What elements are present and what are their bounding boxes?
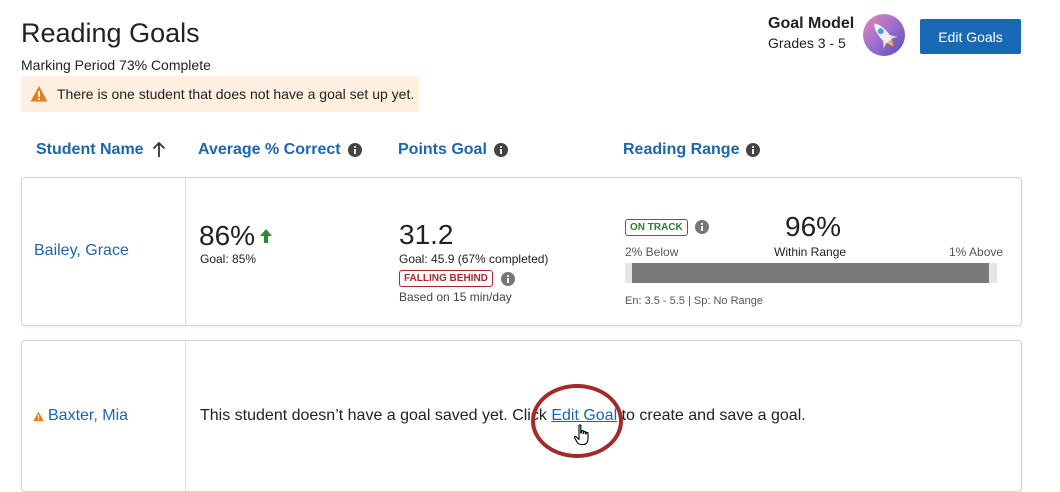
below-range-label: 2% Below (625, 245, 679, 259)
card-divider (185, 341, 186, 491)
column-header-points-goal[interactable]: Points Goal (398, 141, 508, 159)
reading-range-bar (625, 263, 997, 283)
info-icon[interactable] (746, 143, 761, 157)
warning-icon (30, 86, 48, 102)
no-goal-message: This student doesn’t have a goal saved y… (200, 407, 806, 425)
points-basis-text: Based on 15 min/day (399, 290, 512, 304)
marking-period-progress: Marking Period 73% Complete (21, 57, 211, 73)
points-goal-text: Goal: 45.9 (67% completed) (399, 252, 549, 266)
column-header-label: Average % Correct (198, 141, 341, 158)
annotation-highlight-ring (531, 384, 623, 458)
info-icon[interactable] (695, 220, 709, 234)
column-header-reading-range[interactable]: Reading Range (623, 141, 761, 159)
column-header-student-name[interactable]: Student Name (36, 141, 166, 159)
average-correct-value: 86% (199, 220, 273, 252)
average-correct-goal: Goal: 85% (200, 252, 257, 266)
reading-range-levels: En: 3.5 - 5.5 | Sp: No Range (625, 295, 763, 307)
edit-goals-button[interactable]: Edit Goals (920, 19, 1021, 54)
student-name-label: Baxter, Mia (48, 407, 129, 424)
hand-pointer-cursor-icon (573, 424, 589, 446)
missing-goal-warning-banner: There is one student that does not have … (21, 76, 419, 112)
on-track-badge: ON TRACK (625, 219, 688, 236)
within-range-bar-fill (632, 263, 989, 283)
rocket-icon (863, 14, 905, 56)
arrow-up-icon (260, 229, 273, 243)
info-icon[interactable] (347, 143, 362, 157)
goal-model-label: Goal Model (768, 15, 855, 32)
within-range-percent: 96% (785, 211, 842, 242)
sort-ascending-icon (152, 142, 165, 157)
student-name-link[interactable]: Bailey, Grace (34, 242, 129, 260)
above-range-label: 1% Above (949, 245, 1004, 259)
no-goal-message-start: This student doesn’t have a goal saved y… (200, 407, 552, 424)
points-value: 31.2 (399, 219, 454, 250)
column-header-average-correct[interactable]: Average % Correct (198, 141, 362, 159)
no-goal-message-end: to create and save a goal. (617, 407, 806, 424)
warning-text: There is one student that does not have … (57, 86, 415, 102)
goal-model-grades: Grades 3 - 5 (768, 35, 846, 51)
page-title: Reading Goals (21, 18, 200, 48)
student-name-link[interactable]: Baxter, Mia (33, 407, 128, 425)
warning-icon (33, 411, 44, 421)
average-correct-number: 86% (199, 220, 256, 251)
info-icon[interactable] (493, 143, 508, 157)
within-range-label: Within Range (774, 245, 847, 259)
column-header-label: Reading Range (623, 141, 740, 158)
info-icon[interactable] (501, 272, 515, 286)
falling-behind-badge: FALLING BEHIND (399, 270, 493, 287)
column-header-label: Student Name (36, 141, 144, 158)
column-header-label: Points Goal (398, 141, 487, 158)
card-divider (185, 178, 186, 325)
